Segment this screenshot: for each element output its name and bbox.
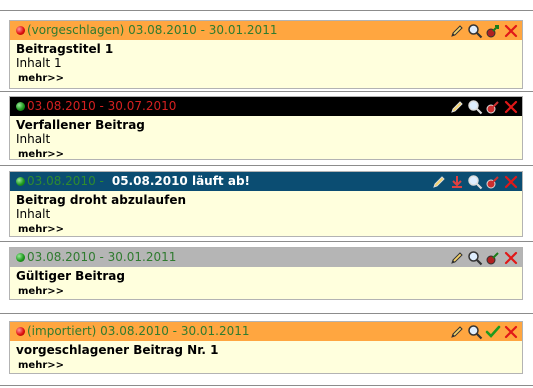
entry-header: 03.08.2010 - 05.08.2010 läuft ab! xyxy=(10,172,522,191)
entry-card: 03.08.2010 - 30.07.2010 Verfallener Beit… xyxy=(9,96,523,160)
status-dot-icon xyxy=(16,253,25,262)
zoom-icon[interactable] xyxy=(467,99,483,115)
entry-card: 03.08.2010 - 05.08.2010 läuft ab! Beitrag… xyxy=(9,171,523,237)
status-dot-icon xyxy=(16,102,25,111)
entry-header: 03.08.2010 - 30.01.2011 xyxy=(10,248,522,267)
entry-title: Beitrag droht abzulaufen xyxy=(16,193,186,207)
divider xyxy=(0,385,533,386)
entry-title: Verfallener Beitrag xyxy=(16,118,145,132)
status-dot-icon xyxy=(16,177,25,186)
unpublish-icon[interactable] xyxy=(485,99,501,115)
entry-date-range: 03.08.2010 - 30.07.2010 xyxy=(27,99,177,113)
more-link[interactable]: mehr>> xyxy=(16,223,64,237)
delete-icon[interactable] xyxy=(503,174,519,190)
entry-date-range: (importiert) 03.08.2010 - 30.01.2011 xyxy=(27,324,250,338)
delete-icon[interactable] xyxy=(503,324,519,340)
approve-icon[interactable] xyxy=(485,324,501,340)
entry-content: Inhalt 1 xyxy=(16,56,62,70)
entry-header: 03.08.2010 - 30.07.2010 xyxy=(10,97,522,116)
zoom-icon[interactable] xyxy=(467,174,483,190)
zoom-icon[interactable] xyxy=(467,324,483,340)
divider xyxy=(0,165,533,166)
entry-header: (vorgeschlagen) 03.08.2010 - 30.01.2011 xyxy=(10,21,522,40)
entry-toolbar xyxy=(449,97,519,116)
divider xyxy=(0,91,533,92)
edit-icon[interactable] xyxy=(449,250,465,266)
edit-icon[interactable] xyxy=(449,99,465,115)
edit-icon[interactable] xyxy=(449,324,465,340)
entry-toolbar xyxy=(449,322,519,341)
unpublish-icon[interactable] xyxy=(485,250,501,266)
more-link[interactable]: mehr>> xyxy=(16,285,64,299)
entry-title: vorgeschlagener Beitrag Nr. 1 xyxy=(16,343,219,357)
divider xyxy=(0,241,533,242)
more-link[interactable]: mehr>> xyxy=(16,359,64,373)
entry-toolbar xyxy=(449,21,519,40)
zoom-icon[interactable] xyxy=(467,23,483,39)
entry-date-start: 03.08.2010 - xyxy=(27,174,104,188)
expiry-warning: 05.08.2010 läuft ab! xyxy=(111,174,250,188)
entry-card: 03.08.2010 - 30.01.2011 Gültiger Beitrag… xyxy=(9,247,523,300)
entry-toolbar xyxy=(431,172,519,191)
status-dot-icon xyxy=(16,327,25,336)
edit-icon[interactable] xyxy=(431,174,447,190)
entry-header: (importiert) 03.08.2010 - 30.01.2011 xyxy=(10,322,522,341)
zoom-icon[interactable] xyxy=(467,250,483,266)
entry-content: Inhalt xyxy=(16,207,51,221)
delete-icon[interactable] xyxy=(503,23,519,39)
entry-list: (vorgeschlagen) 03.08.2010 - 30.01.2011 … xyxy=(0,0,533,388)
entry-card: (importiert) 03.08.2010 - 30.01.2011 vor… xyxy=(9,321,523,374)
entry-toolbar xyxy=(449,248,519,267)
entry-card: (vorgeschlagen) 03.08.2010 - 30.01.2011 … xyxy=(9,20,523,89)
more-link[interactable]: mehr>> xyxy=(16,148,64,162)
edit-icon[interactable] xyxy=(449,23,465,39)
delete-icon[interactable] xyxy=(503,99,519,115)
divider xyxy=(0,313,533,314)
publish-icon[interactable] xyxy=(485,23,501,39)
unpublish-icon[interactable] xyxy=(485,174,501,190)
more-link[interactable]: mehr>> xyxy=(16,72,64,86)
entry-title: Beitragstitel 1 xyxy=(16,42,114,56)
entry-date-range: (vorgeschlagen) 03.08.2010 - 30.01.2011 xyxy=(27,23,278,37)
delete-icon[interactable] xyxy=(503,250,519,266)
download-icon[interactable] xyxy=(449,174,465,190)
entry-date-range: 03.08.2010 - 30.01.2011 xyxy=(27,250,177,264)
entry-content: Inhalt xyxy=(16,132,51,146)
entry-title: Gültiger Beitrag xyxy=(16,269,125,283)
divider xyxy=(0,10,533,11)
status-dot-icon xyxy=(16,26,25,35)
